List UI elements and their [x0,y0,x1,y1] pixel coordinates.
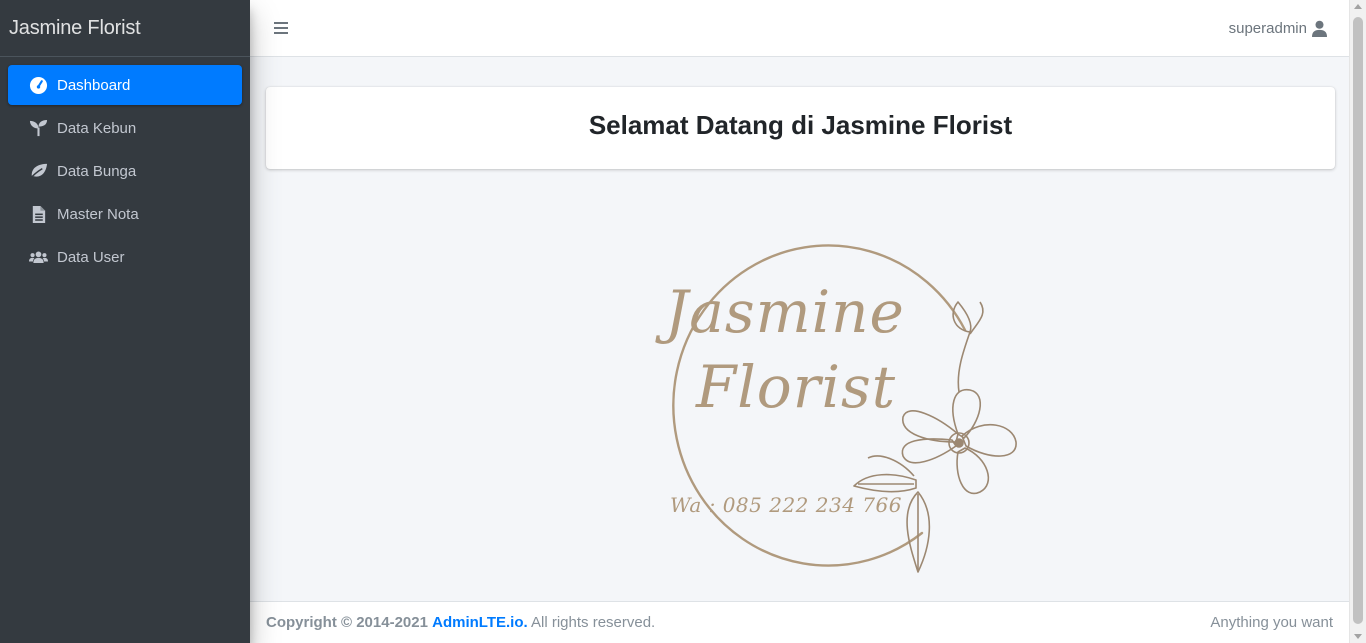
content-wrapper: Selamat Datang di Jasmine Florist Jasmin… [250,57,1349,601]
brand-link[interactable]: Jasmine Florist [0,0,250,57]
copyright-text: Copyright © 2014-2021 [266,614,428,631]
logo-line1: Jasmine [655,278,905,346]
scroll-thumb[interactable] [1353,17,1363,624]
scroll-up-arrow-icon[interactable] [1354,4,1362,9]
sidebar-item-dashboard[interactable]: Dashboard [8,65,242,105]
username: superadmin [1228,19,1307,37]
footer: Copyright © 2014-2021 AdminLTE.io. All r… [250,601,1349,643]
sidebar-item-label: Dashboard [57,76,131,94]
vertical-scrollbar[interactable] [1349,0,1366,643]
logo-line2: Florist [695,353,896,421]
sidebar-nav: Dashboard Data Kebun Data Bunga Master N… [0,57,250,277]
user-icon [1312,20,1327,37]
user-menu[interactable]: superadmin [1229,20,1327,37]
leaf-icon [27,161,49,181]
sidebar: Jasmine Florist Dashboard Data Kebun Dat… [0,0,250,643]
scroll-down-arrow-icon[interactable] [1354,634,1362,639]
sidebar-item-data-user[interactable]: Data User [8,237,242,277]
sidebar-item-label: Master Nota [57,205,139,223]
sidebar-item-data-bunga[interactable]: Data Bunga [8,151,242,191]
sidebar-item-data-kebun[interactable]: Data Kebun [8,108,242,148]
sidebar-item-master-nota[interactable]: Master Nota [8,194,242,234]
sidebar-item-label: Data User [57,248,125,266]
footer-right-text: Anything you want [1210,614,1333,631]
tachometer-icon [27,75,49,95]
jasmine-florist-logo: Jasmine Florist Wa : 085 222 234 766 [655,244,1017,573]
rights-text: All rights reserved. [531,614,656,631]
sidebar-item-label: Data Bunga [57,162,137,180]
seedling-icon [27,118,49,138]
file-alt-icon [27,204,49,224]
adminlte-link[interactable]: AdminLTE.io. [432,614,528,631]
top-navbar: superadmin [250,0,1349,57]
hamburger-menu-icon[interactable] [274,22,288,34]
users-icon [27,247,49,267]
logo-contact: Wa : 085 222 234 766 [670,493,902,517]
welcome-card: Selamat Datang di Jasmine Florist [266,87,1335,169]
welcome-title: Selamat Datang di Jasmine Florist [588,109,1013,140]
footer-left: Copyright © 2014-2021 AdminLTE.io. All r… [266,614,655,631]
sidebar-item-label: Data Kebun [57,119,137,137]
brand-title: Jasmine Florist [9,16,141,39]
